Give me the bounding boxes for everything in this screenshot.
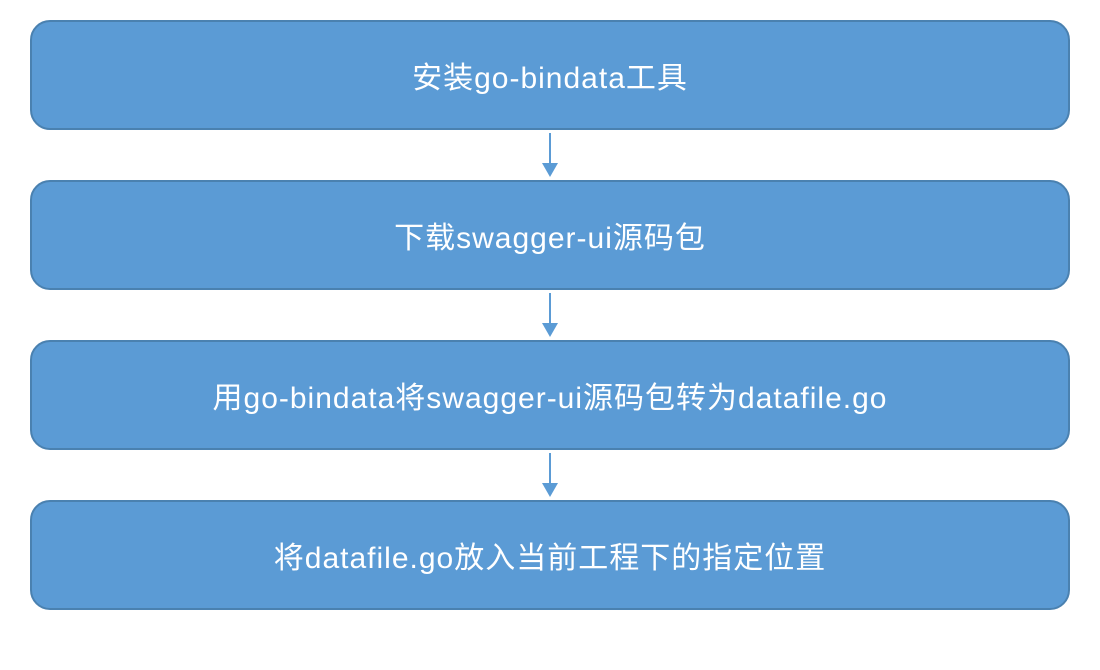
arrow-down-icon xyxy=(530,130,570,180)
arrow-down-icon xyxy=(530,290,570,340)
step-label: 安装go-bindata工具 xyxy=(412,53,688,97)
step-box-2: 下载swagger-ui源码包 xyxy=(30,180,1070,290)
step-label: 用go-bindata将swagger-ui源码包转为datafile.go xyxy=(213,373,888,417)
step-box-4: 将datafile.go放入当前工程下的指定位置 xyxy=(30,500,1070,610)
step-box-1: 安装go-bindata工具 xyxy=(30,20,1070,130)
arrow-down-icon xyxy=(530,450,570,500)
step-label: 将datafile.go放入当前工程下的指定位置 xyxy=(274,533,826,577)
step-box-3: 用go-bindata将swagger-ui源码包转为datafile.go xyxy=(30,340,1070,450)
step-label: 下载swagger-ui源码包 xyxy=(394,213,706,257)
